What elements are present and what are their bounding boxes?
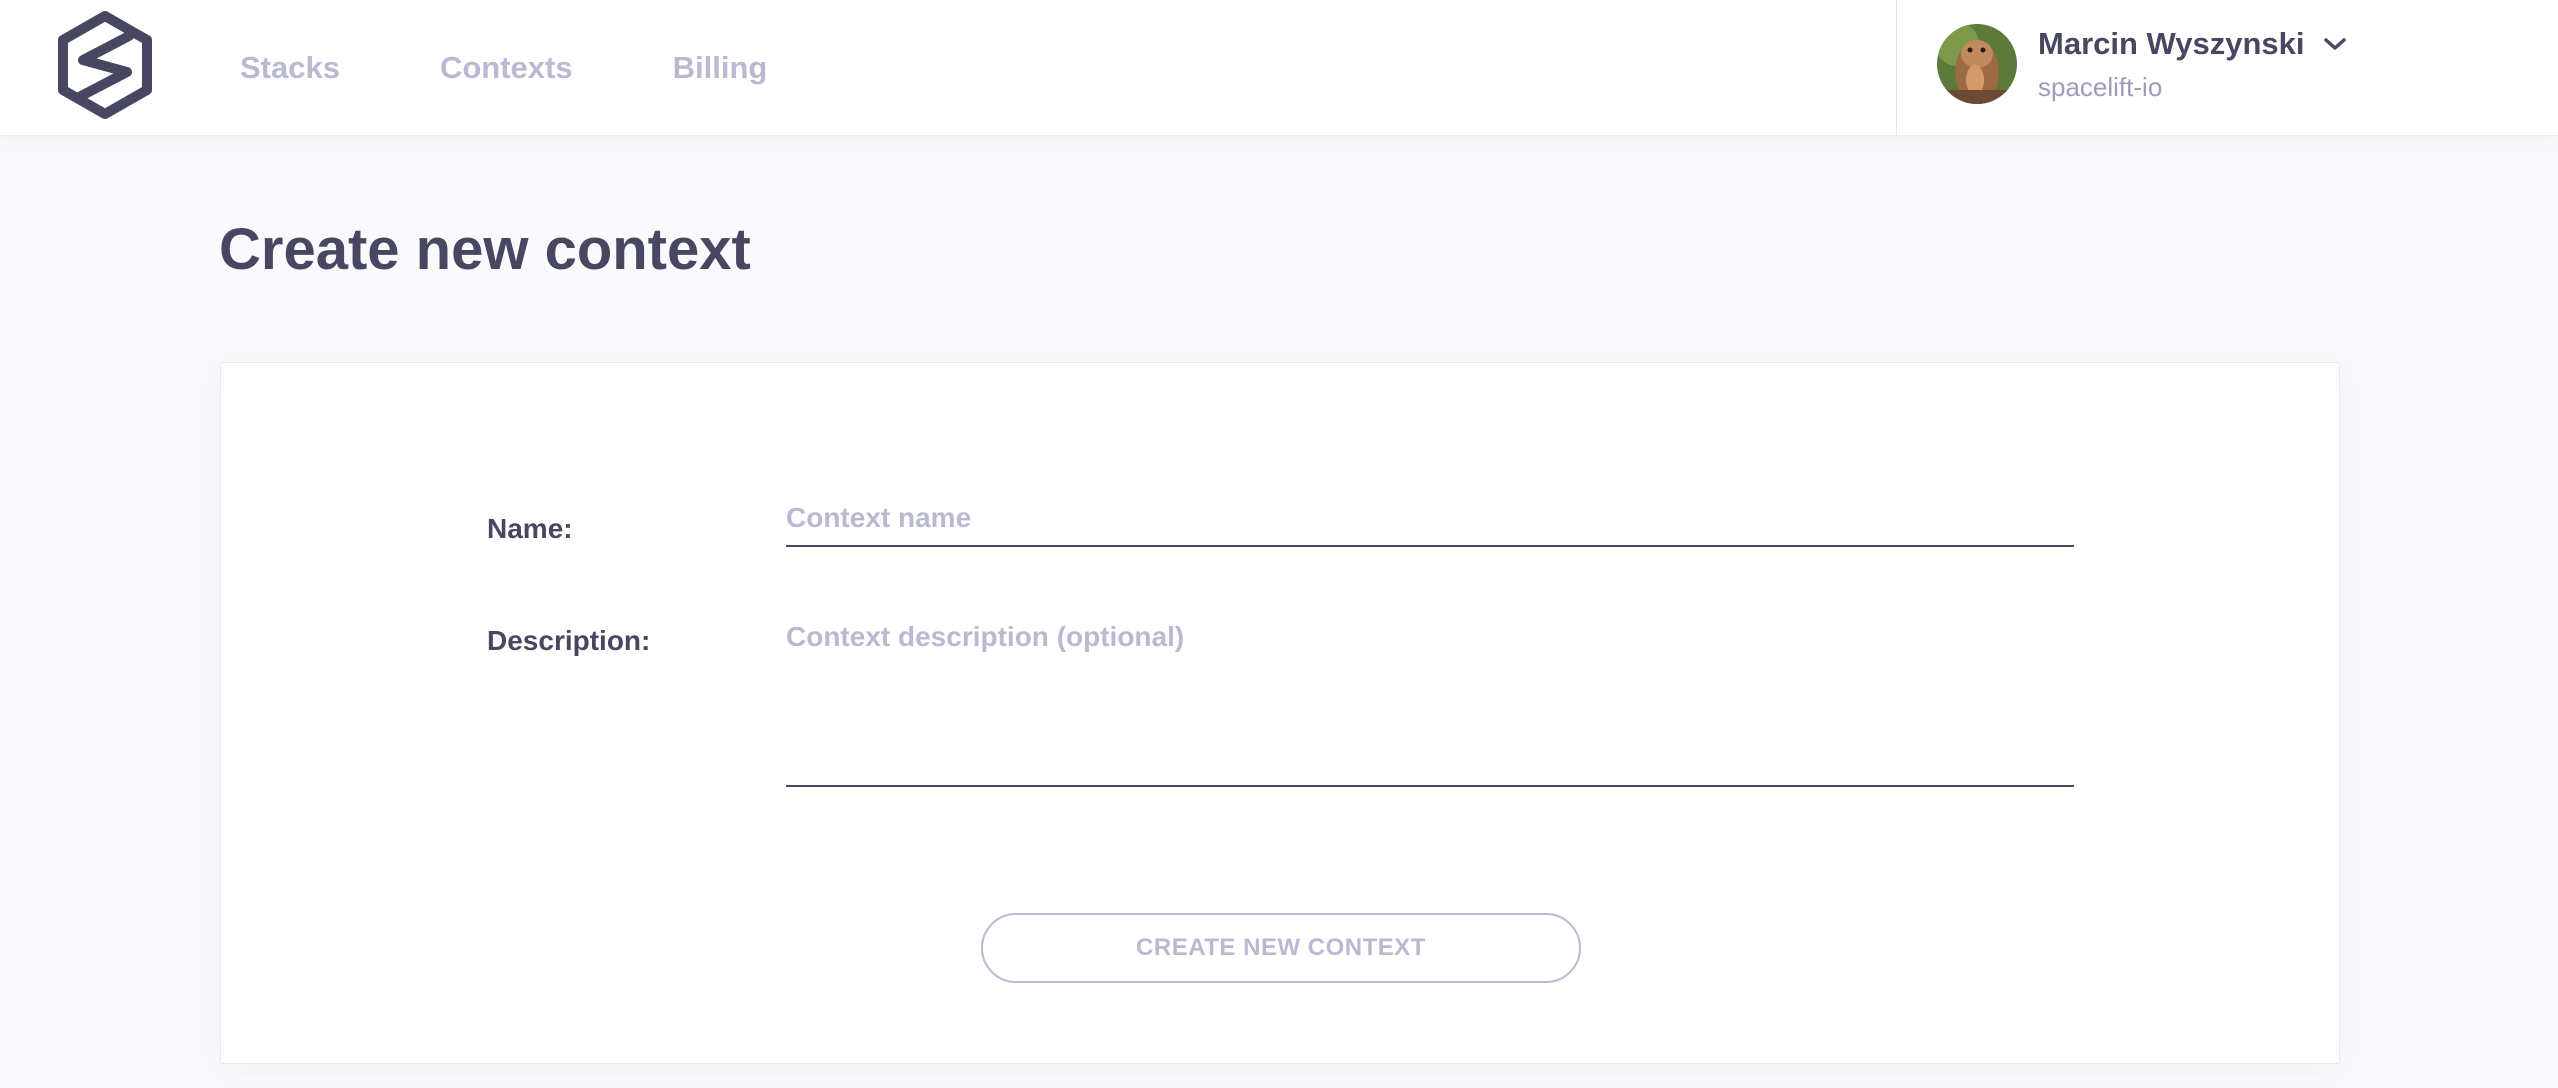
main-nav: Stacks Contexts Billing <box>240 0 867 136</box>
nav-item-stacks[interactable]: Stacks <box>240 50 340 86</box>
top-navigation-bar: Stacks Contexts Billing Marcin Wyszynski <box>0 0 2558 136</box>
description-label: Description: <box>487 625 651 656</box>
context-description-input[interactable] <box>786 621 2074 787</box>
user-menu[interactable]: Marcin Wyszynski spacelift-io <box>1937 24 2348 104</box>
page-title: Create new context <box>219 217 751 282</box>
nav-item-contexts[interactable]: Contexts <box>440 50 573 86</box>
name-label: Name: <box>487 513 573 544</box>
user-name-row: Marcin Wyszynski <box>2038 26 2348 62</box>
chevron-down-icon[interactable] <box>2322 35 2348 53</box>
header-divider <box>1896 0 1897 136</box>
create-new-context-button[interactable]: CREATE NEW CONTEXT <box>981 913 1581 983</box>
user-name: Marcin Wyszynski <box>2038 25 2305 61</box>
context-name-input[interactable] <box>786 491 2074 547</box>
organization-name: spacelift-io <box>2038 71 2163 102</box>
create-context-form: Name: Description: CREATE NEW CONTEXT <box>220 362 2340 1064</box>
nav-item-billing[interactable]: Billing <box>673 50 768 86</box>
spacelift-logo[interactable] <box>55 10 155 120</box>
user-info: Marcin Wyszynski spacelift-io <box>2038 26 2348 103</box>
avatar <box>1937 24 2017 104</box>
